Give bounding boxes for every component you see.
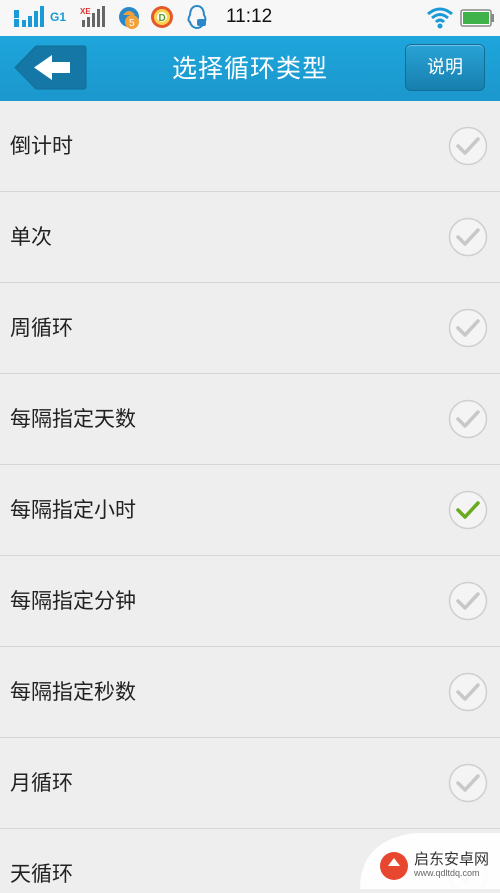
- help-button[interactable]: 说明: [405, 44, 485, 91]
- option-label: 每隔指定天数: [10, 407, 136, 431]
- option-label: 倒计时: [10, 134, 73, 158]
- checkmark-selected-icon[interactable]: [448, 490, 488, 530]
- back-arrow-icon: [14, 45, 87, 90]
- notification-5-icon: 5: [117, 5, 143, 35]
- carrier-tag: G1: [50, 10, 67, 24]
- option-label: 天循环: [10, 862, 73, 886]
- signal-2-icon: XE: [80, 6, 106, 32]
- loop-type-option[interactable]: 天循环: [0, 829, 500, 889]
- browser-icon: D: [150, 5, 174, 33]
- back-button[interactable]: [14, 45, 87, 90]
- option-label: 每隔指定秒数: [10, 680, 136, 704]
- checkmark-icon[interactable]: [448, 308, 488, 348]
- loop-type-option[interactable]: 每隔指定小时: [0, 465, 500, 556]
- loop-type-option[interactable]: 每隔指定天数: [0, 374, 500, 465]
- svg-text:XE: XE: [80, 7, 91, 16]
- checkmark-icon[interactable]: [448, 763, 488, 803]
- loop-type-option[interactable]: 每隔指定秒数: [0, 647, 500, 738]
- loop-type-option[interactable]: 单次: [0, 192, 500, 283]
- checkmark-icon[interactable]: [448, 126, 488, 166]
- loop-type-list: 倒计时单次周循环每隔指定天数 每隔指定小时 每隔指定分钟 每隔指定秒数 月循环天循环: [0, 101, 500, 889]
- option-label: 单次: [10, 225, 52, 249]
- checkmark-icon[interactable]: [448, 217, 488, 257]
- option-label: 周循环: [10, 316, 73, 340]
- status-time: 11:12: [226, 6, 273, 27]
- qq-icon: [185, 4, 209, 34]
- checkmark-icon[interactable]: [448, 581, 488, 621]
- svg-text:D: D: [159, 13, 166, 24]
- svg-text:5: 5: [129, 18, 135, 29]
- checkmark-icon[interactable]: [448, 399, 488, 439]
- option-label: 每隔指定分钟: [10, 589, 136, 613]
- loop-type-option[interactable]: 倒计时: [0, 101, 500, 192]
- loop-type-option[interactable]: 月循环: [0, 738, 500, 829]
- title-bar: 选择循环类型 说明: [0, 36, 500, 102]
- checkmark-icon[interactable]: [448, 854, 488, 889]
- option-label: 每隔指定小时: [10, 498, 136, 522]
- wifi-icon: [426, 7, 454, 33]
- loop-type-option[interactable]: 每隔指定分钟: [0, 556, 500, 647]
- option-label: 月循环: [10, 771, 73, 795]
- signal-1-icon: [14, 6, 44, 32]
- loop-type-option[interactable]: 周循环: [0, 283, 500, 374]
- status-bar: G1 XE 5 D 11:12: [0, 0, 500, 36]
- battery-icon: [460, 9, 494, 31]
- checkmark-icon[interactable]: [448, 672, 488, 712]
